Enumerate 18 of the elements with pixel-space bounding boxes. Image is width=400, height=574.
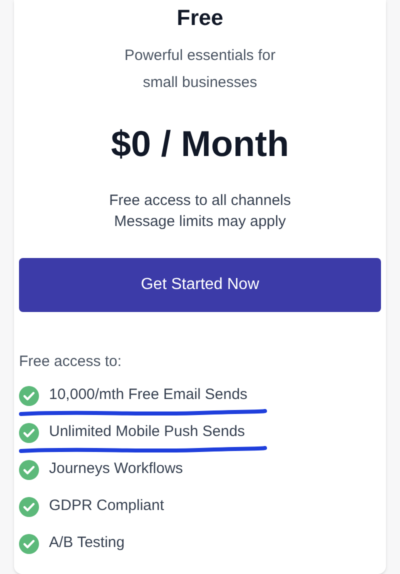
plan-note: Message limits may apply: [114, 212, 286, 232]
plan-note: Free access to all channels: [109, 191, 291, 211]
plan-subtitle: Powerful essentials for: [124, 46, 276, 66]
check-circle-icon: [19, 386, 39, 406]
features-heading: Free access to:: [19, 352, 123, 372]
check-circle-icon: [19, 496, 39, 516]
feature-label: Unlimited Mobile Push Sends: [49, 422, 245, 442]
check-circle-icon: [19, 422, 39, 442]
plan-subtitle: small businesses: [142, 73, 258, 93]
get-started-button[interactable]: Get Started Now: [19, 258, 381, 312]
plan-title: Free: [176, 4, 224, 32]
feature-label: A/B Testing: [49, 533, 125, 554]
feature-label: Journeys Workflows: [49, 459, 183, 480]
feature-label: GDPR Compliant: [49, 496, 164, 516]
check-circle-icon: [19, 534, 39, 554]
plan-price: $0 / Month: [111, 122, 289, 166]
check-circle-icon: [19, 460, 39, 480]
feature-label: 10,000/mth Free Email Sends: [49, 385, 248, 406]
